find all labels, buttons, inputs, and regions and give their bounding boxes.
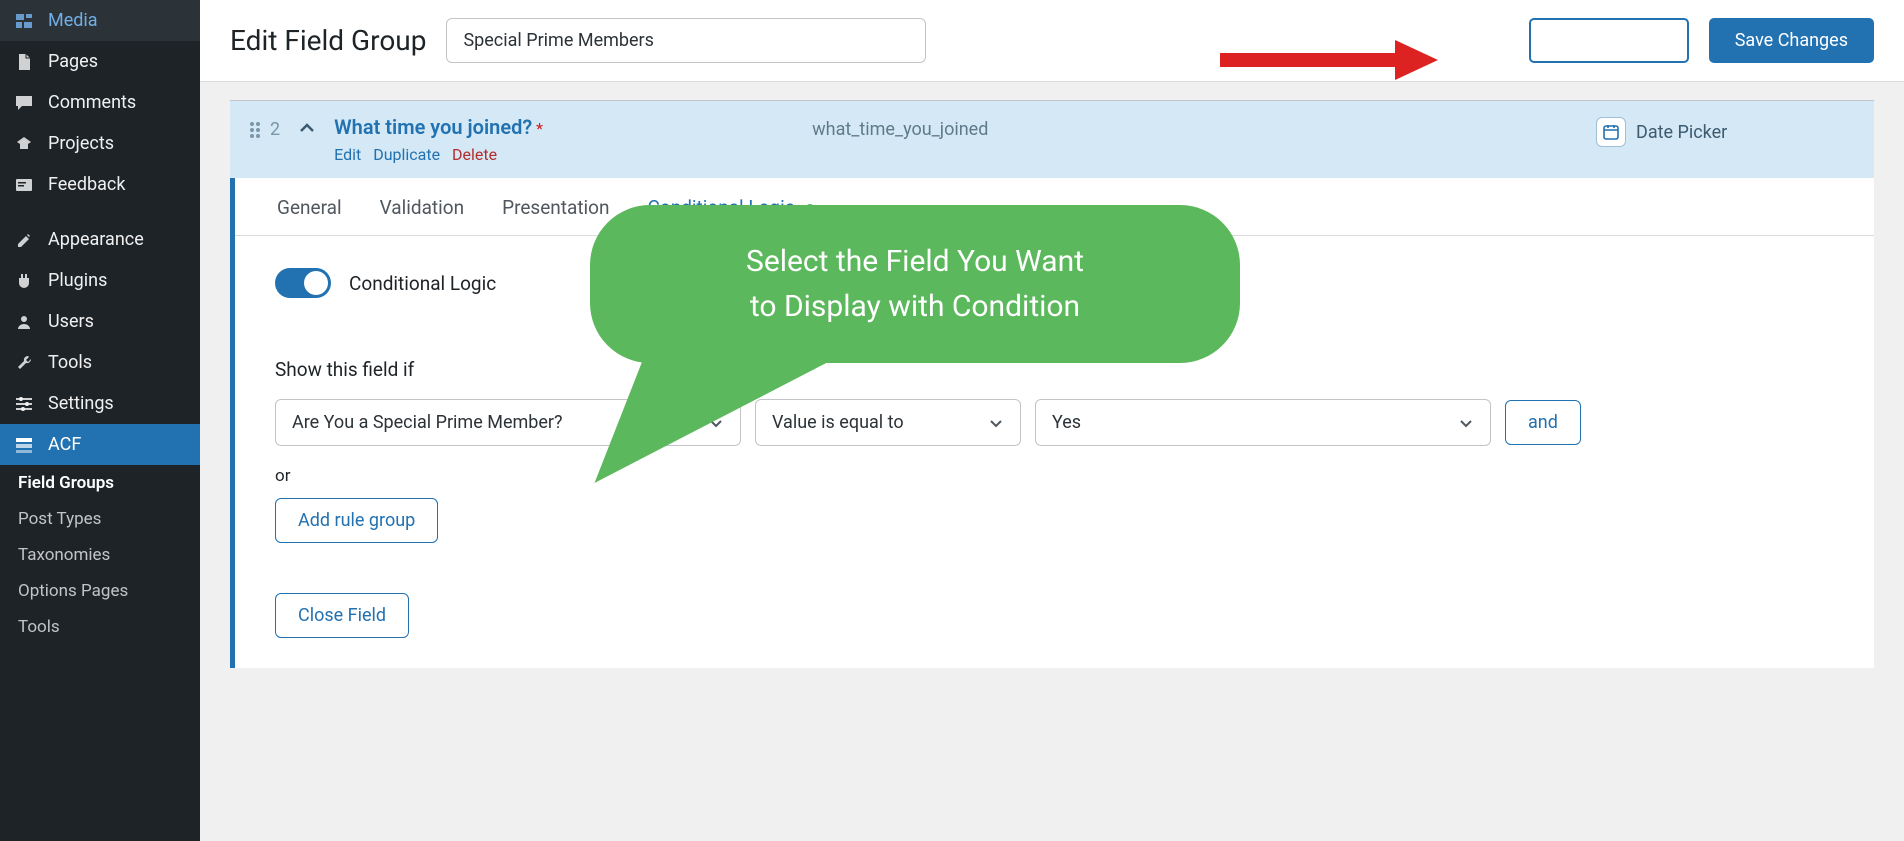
or-label: or bbox=[275, 466, 1834, 486]
field-order-number: 2 bbox=[270, 119, 280, 140]
projects-icon bbox=[12, 134, 36, 154]
appearance-icon bbox=[12, 230, 36, 250]
tab-general[interactable]: General bbox=[275, 196, 344, 235]
page-header: Edit Field Group Button Save Changes bbox=[200, 0, 1904, 82]
active-indicator-icon bbox=[805, 204, 815, 214]
plugins-icon bbox=[12, 271, 36, 291]
date-picker-icon bbox=[1596, 117, 1626, 147]
tab-presentation[interactable]: Presentation bbox=[500, 196, 611, 235]
field-label[interactable]: What time you joined? bbox=[334, 115, 532, 139]
sidebar-label: Pages bbox=[48, 51, 98, 72]
sidebar-label: Users bbox=[48, 311, 94, 332]
toggle-label: Conditional Logic bbox=[349, 272, 496, 295]
main-content: Edit Field Group Button Save Changes 2 W… bbox=[200, 0, 1904, 841]
sidebar-item-settings[interactable]: Settings bbox=[0, 383, 200, 424]
tab-validation[interactable]: Validation bbox=[378, 196, 466, 235]
rule-value-select[interactable]: Yes bbox=[1035, 399, 1491, 446]
sidebar-label: Settings bbox=[48, 393, 114, 414]
sidebar-label: Projects bbox=[48, 133, 114, 154]
sidebar-sub-options-pages[interactable]: Options Pages bbox=[0, 573, 200, 609]
acf-icon bbox=[12, 435, 36, 455]
tab-label: Conditional Logic bbox=[648, 196, 795, 219]
select-value: Yes bbox=[1052, 412, 1081, 433]
collapse-icon[interactable] bbox=[298, 119, 316, 137]
field-group-title-input[interactable] bbox=[446, 18, 926, 63]
sidebar-sub-post-types[interactable]: Post Types bbox=[0, 501, 200, 537]
sidebar-label: Media bbox=[48, 10, 98, 31]
sidebar-label: Appearance bbox=[48, 229, 144, 250]
field-settings-panel: General Validation Presentation Conditio… bbox=[230, 178, 1874, 668]
drag-handle-icon[interactable]: 2 bbox=[248, 119, 280, 140]
add-and-rule-button[interactable]: and bbox=[1505, 400, 1581, 445]
sidebar-label: Tools bbox=[48, 352, 92, 373]
rule-row: Are You a Special Prime Member? Value is… bbox=[275, 399, 1834, 446]
add-rule-group-button[interactable]: Add rule group bbox=[275, 498, 438, 543]
comments-icon bbox=[12, 93, 36, 113]
sidebar-item-acf[interactable]: ACF bbox=[0, 424, 200, 465]
field-row: 2 What time you joined? * Edit Duplicate… bbox=[230, 100, 1874, 178]
sidebar-item-projects[interactable]: Projects bbox=[0, 123, 200, 164]
sidebar-item-users[interactable]: Users bbox=[0, 301, 200, 342]
field-name: what_time_you_joined bbox=[812, 119, 1578, 140]
edit-link[interactable]: Edit bbox=[334, 145, 361, 164]
sidebar-label: Feedback bbox=[48, 174, 125, 195]
select-value: Are You a Special Prime Member? bbox=[292, 412, 563, 433]
sidebar-label: Comments bbox=[48, 92, 136, 113]
media-icon bbox=[12, 11, 36, 31]
rule-operator-select[interactable]: Value is equal to bbox=[755, 399, 1021, 446]
tabs: General Validation Presentation Conditio… bbox=[235, 178, 1874, 236]
conditional-logic-toggle[interactable] bbox=[275, 268, 331, 298]
sidebar-label: Plugins bbox=[48, 270, 107, 291]
chevron-down-icon bbox=[1458, 415, 1474, 431]
required-star-icon: * bbox=[536, 119, 543, 138]
close-field-button[interactable]: Close Field bbox=[275, 593, 409, 638]
chevron-down-icon bbox=[708, 415, 724, 431]
feedback-icon bbox=[12, 175, 36, 195]
sidebar-item-comments[interactable]: Comments bbox=[0, 82, 200, 123]
sidebar-item-pages[interactable]: Pages bbox=[0, 41, 200, 82]
hidden-action-button[interactable]: Button bbox=[1529, 18, 1689, 63]
chevron-down-icon bbox=[988, 415, 1004, 431]
delete-link[interactable]: Delete bbox=[452, 145, 497, 164]
sidebar-item-media[interactable]: Media bbox=[0, 0, 200, 41]
row-actions: Edit Duplicate Delete bbox=[334, 145, 794, 164]
sidebar-label: ACF bbox=[48, 434, 81, 455]
rule-field-select[interactable]: Are You a Special Prime Member? bbox=[275, 399, 741, 446]
tools-icon bbox=[12, 353, 36, 373]
rule-heading: Show this field if bbox=[275, 358, 1834, 381]
page-title: Edit Field Group bbox=[230, 24, 426, 57]
sidebar-sub-taxonomies[interactable]: Taxonomies bbox=[0, 537, 200, 573]
field-type: Date Picker bbox=[1636, 122, 1727, 143]
select-value: Value is equal to bbox=[772, 412, 904, 433]
sidebar-item-tools[interactable]: Tools bbox=[0, 342, 200, 383]
sidebar-item-plugins[interactable]: Plugins bbox=[0, 260, 200, 301]
sidebar-item-feedback[interactable]: Feedback bbox=[0, 164, 200, 205]
settings-icon bbox=[12, 394, 36, 414]
pages-icon bbox=[12, 52, 36, 72]
admin-sidebar: Media Pages Comments Projects Feedback A… bbox=[0, 0, 200, 841]
sidebar-sub-field-groups[interactable]: Field Groups bbox=[0, 465, 200, 501]
sidebar-sub-tools[interactable]: Tools bbox=[0, 609, 200, 645]
duplicate-link[interactable]: Duplicate bbox=[373, 145, 440, 164]
save-changes-button[interactable]: Save Changes bbox=[1709, 18, 1874, 63]
sidebar-item-appearance[interactable]: Appearance bbox=[0, 219, 200, 260]
users-icon bbox=[12, 312, 36, 332]
tab-conditional-logic[interactable]: Conditional Logic bbox=[646, 196, 818, 235]
